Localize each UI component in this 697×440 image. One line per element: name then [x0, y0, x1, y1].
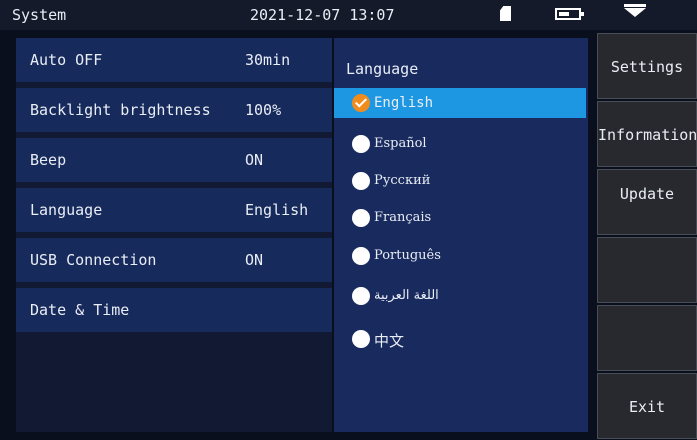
- language-option-label: Español: [374, 136, 427, 151]
- language-option-label: Русский: [374, 173, 431, 188]
- battery-level: [559, 12, 569, 16]
- setting-row-beep[interactable]: Beep ON: [16, 138, 332, 182]
- checkmark-icon: [352, 94, 370, 112]
- setting-label: Backlight brightness: [30, 101, 211, 119]
- setting-label: Auto OFF: [30, 51, 103, 69]
- setting-label: USB Connection: [30, 251, 157, 269]
- setting-label: Date & Time: [30, 301, 130, 319]
- radio-icon: [352, 135, 370, 153]
- setting-row-language[interactable]: Language English: [16, 188, 332, 232]
- radio-icon: [352, 209, 370, 227]
- language-option-arabic[interactable]: اللغة العربية: [334, 281, 586, 311]
- empty-button-2[interactable]: [597, 305, 697, 371]
- setting-value: 100%: [245, 101, 282, 119]
- language-option-english[interactable]: English: [334, 88, 586, 118]
- radio-icon: [352, 247, 370, 265]
- setting-value: 30min: [245, 51, 291, 69]
- setting-row-auto-off[interactable]: Auto OFF 30min: [16, 38, 332, 82]
- language-option-portugues[interactable]: Português: [334, 241, 586, 271]
- setting-value: English: [245, 201, 309, 219]
- language-menu-title: Language: [346, 60, 419, 78]
- language-option-espanol[interactable]: Español: [334, 129, 586, 159]
- radio-icon: [352, 330, 370, 348]
- settings-list: Auto OFF 30min Backlight brightness 100%…: [16, 38, 332, 432]
- setting-row-backlight[interactable]: Backlight brightness 100%: [16, 88, 332, 132]
- radio-icon: [352, 172, 370, 190]
- language-menu: Language English Español Русский Françai…: [334, 38, 588, 432]
- language-option-label: Português: [374, 248, 441, 263]
- side-menu: Settings Information Update Exit: [597, 30, 697, 440]
- setting-row-usb-connection[interactable]: USB Connection ON: [16, 238, 332, 282]
- settings-button[interactable]: Settings: [597, 33, 697, 99]
- page-title: System: [12, 6, 67, 24]
- battery-icon: [555, 8, 584, 20]
- information-button[interactable]: Information: [597, 101, 697, 167]
- exit-button[interactable]: Exit: [597, 373, 697, 439]
- radio-icon: [352, 287, 370, 305]
- language-option-chinese[interactable]: 中文: [334, 324, 586, 354]
- setting-row-date-time[interactable]: Date & Time: [16, 288, 332, 332]
- language-option-label: English: [374, 95, 434, 111]
- language-option-label: 中文: [374, 332, 405, 350]
- setting-value: ON: [245, 251, 264, 269]
- empty-button-1[interactable]: [597, 237, 697, 303]
- language-option-label: اللغة العربية: [374, 288, 439, 303]
- setting-value: ON: [245, 151, 264, 169]
- battery-tip: [581, 12, 584, 16]
- language-option-label: Français: [374, 210, 432, 225]
- dropdown-icon[interactable]: [624, 4, 646, 17]
- status-bar: System 2021-12-07 13:07: [0, 0, 697, 30]
- update-button[interactable]: Update: [597, 169, 697, 235]
- datetime: 2021-12-07 13:07: [250, 6, 395, 24]
- setting-label: Beep: [30, 151, 67, 169]
- sd-card-icon: [500, 6, 511, 21]
- language-option-russian[interactable]: Русский: [334, 166, 586, 196]
- setting-label: Language: [30, 201, 103, 219]
- language-option-francais[interactable]: Français: [334, 203, 586, 233]
